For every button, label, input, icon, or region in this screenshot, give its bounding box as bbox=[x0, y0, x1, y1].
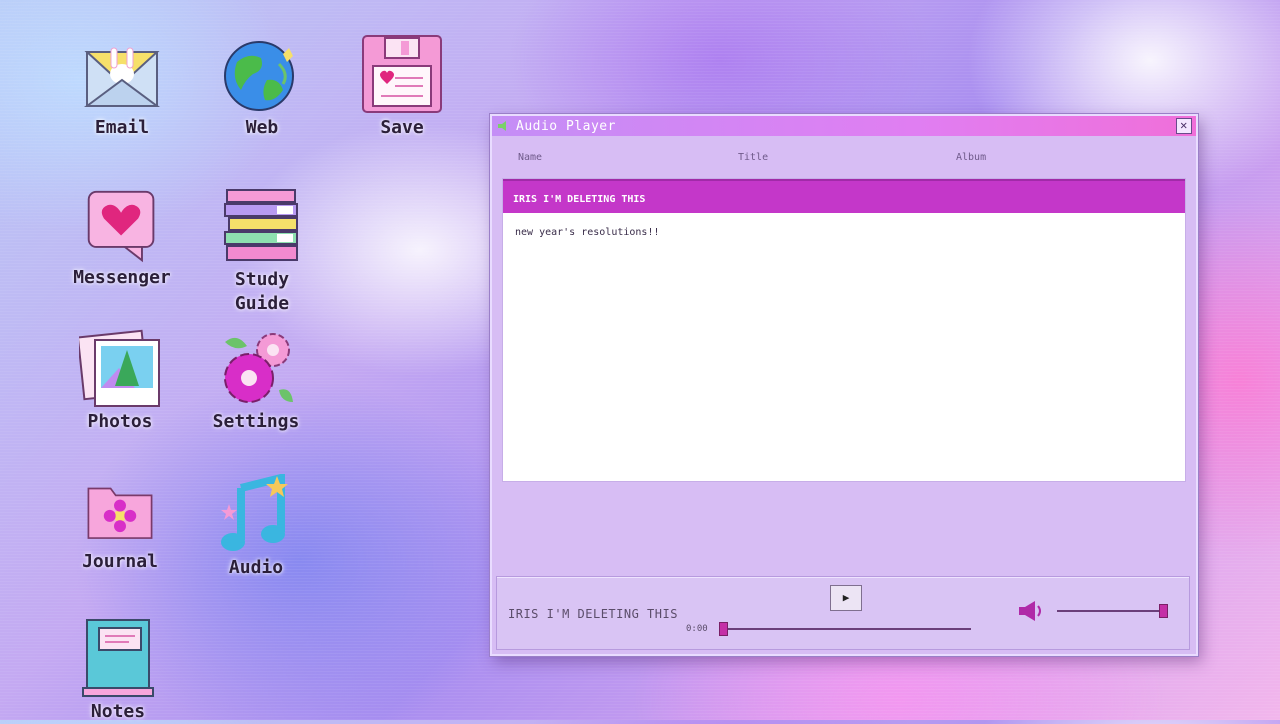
desktop-icon-journal[interactable]: Journal bbox=[60, 480, 180, 574]
desktop-icon-label: Notes bbox=[90, 701, 146, 722]
heart-chat-icon bbox=[87, 190, 155, 263]
speaker-app-icon bbox=[498, 121, 506, 131]
playback-controls: IRIS I'M DELETING THIS ▶ 0:00 bbox=[496, 576, 1190, 650]
desktop-icon-label: Audio bbox=[228, 557, 284, 578]
desktop-icon-notes[interactable]: Notes bbox=[58, 618, 178, 724]
window-title: Audio Player bbox=[516, 118, 616, 134]
track-note: new year's resolutions!! bbox=[515, 227, 660, 238]
desktop-icon-label: Settings bbox=[212, 411, 300, 432]
desktop-icon-label: Email bbox=[94, 117, 150, 138]
seek-handle[interactable] bbox=[719, 622, 728, 636]
desktop-icon-label: Photos bbox=[87, 411, 153, 432]
desktop-icon-settings[interactable]: Settings bbox=[196, 328, 316, 434]
elapsed-time: 0:00 bbox=[686, 624, 708, 634]
gear-icon bbox=[224, 333, 293, 403]
play-button[interactable]: ▶ bbox=[830, 585, 862, 611]
audio-player-window[interactable]: Audio Player ✕ Name Title Album IRIS I'M… bbox=[490, 114, 1198, 656]
volume-slider[interactable] bbox=[1057, 610, 1167, 612]
globe-icon bbox=[224, 41, 294, 111]
photo-icon bbox=[79, 329, 160, 407]
desktop-icon-photos[interactable]: Photos bbox=[60, 328, 180, 434]
column-header-title[interactable]: Title bbox=[738, 152, 768, 163]
desktop-icon-study-guide[interactable]: Study Guide bbox=[202, 186, 322, 316]
desktop-icon-label: Messenger bbox=[73, 267, 171, 288]
volume-icon[interactable] bbox=[1019, 601, 1045, 621]
desktop-icon-label: Journal bbox=[82, 551, 158, 572]
desktop-icon-web[interactable]: Web bbox=[202, 34, 322, 140]
desktop-icon-email[interactable]: Email bbox=[62, 34, 182, 140]
track-list[interactable]: IRIS I'M DELETING THIS new year's resolu… bbox=[502, 178, 1186, 482]
column-header-album[interactable]: Album bbox=[956, 152, 986, 163]
seek-bar[interactable] bbox=[721, 628, 971, 630]
track-row-selected[interactable]: IRIS I'M DELETING THIS bbox=[503, 179, 1185, 213]
floppy-disk-icon bbox=[362, 35, 442, 113]
folder-icon bbox=[87, 487, 153, 539]
envelope-icon bbox=[83, 47, 161, 107]
desktop-icon-label: Save bbox=[380, 117, 424, 138]
desktop-icon-save[interactable]: Save bbox=[342, 34, 462, 140]
books-icon bbox=[224, 189, 298, 261]
desktop-icon-label: Web bbox=[245, 117, 279, 138]
desktop-icon-messenger[interactable]: Messenger bbox=[62, 188, 182, 290]
desktop-icon-audio[interactable]: Audio bbox=[196, 474, 316, 580]
desktop-icon-label: Study Guide bbox=[234, 269, 290, 314]
volume-handle[interactable] bbox=[1158, 604, 1168, 618]
column-header-name[interactable]: Name bbox=[518, 152, 542, 163]
window-titlebar[interactable]: Audio Player ✕ bbox=[492, 116, 1196, 136]
now-playing-title: IRIS I'M DELETING THIS bbox=[508, 607, 678, 621]
notebook-icon bbox=[82, 619, 154, 697]
close-button[interactable]: ✕ bbox=[1176, 118, 1192, 134]
music-note-icon bbox=[221, 474, 288, 551]
